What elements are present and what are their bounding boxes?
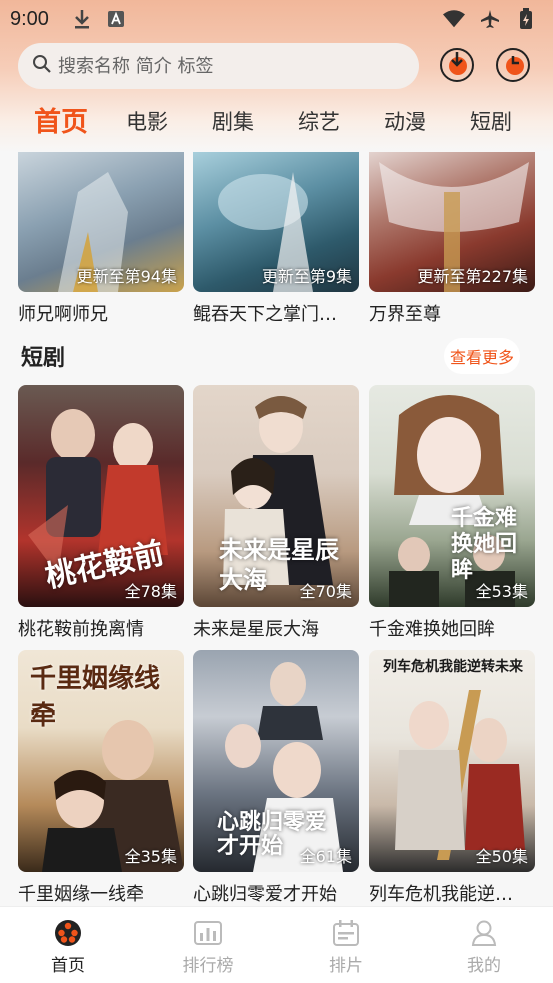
poster-title-art: 列车危机我能逆转未来 bbox=[383, 659, 523, 675]
anime-card[interactable]: 更新至第94集 师兄啊师兄 bbox=[18, 152, 184, 326]
search-input[interactable] bbox=[58, 55, 398, 77]
battery-icon bbox=[515, 8, 537, 30]
poster-image: 更新至第227集 bbox=[369, 152, 535, 292]
short-drama-card[interactable]: 列车危机我能逆转未来 全50集 列车危机我能逆… bbox=[369, 650, 535, 906]
tab-anime[interactable]: 动漫 bbox=[384, 106, 426, 136]
poster-image: 列车危机我能逆转未来 全50集 bbox=[369, 650, 535, 872]
airplane-icon bbox=[479, 8, 501, 30]
nav-label: 我的 bbox=[467, 956, 501, 976]
card-title: 鲲吞天下之掌门… bbox=[193, 304, 337, 325]
poster-image: 桃花鞍前 全78集 bbox=[18, 385, 184, 607]
chart-icon bbox=[194, 919, 222, 947]
nav-label: 首页 bbox=[51, 956, 85, 976]
poster-image: 千金难换她回眸 全53集 bbox=[369, 385, 535, 607]
poster-image: 心跳归零爱才开始 全61集 bbox=[193, 650, 359, 872]
card-title: 千里姻缘一线牵 bbox=[18, 884, 144, 905]
nav-home[interactable]: 首页 bbox=[18, 907, 118, 983]
card-title: 千金难换她回眸 bbox=[369, 619, 495, 640]
card-title: 心跳归零爱才开始 bbox=[193, 884, 337, 905]
content-feed: 更新至第94集 师兄啊师兄 更新至第9集 鲲吞天下之掌门… 更新至第227集 万… bbox=[0, 152, 553, 906]
nav-profile[interactable]: 我的 bbox=[434, 907, 534, 983]
poster-image: 更新至第9集 bbox=[193, 152, 359, 292]
tab-series[interactable]: 剧集 bbox=[212, 106, 254, 136]
tab-variety[interactable]: 综艺 bbox=[298, 106, 340, 136]
anime-card[interactable]: 更新至第9集 鲲吞天下之掌门… bbox=[193, 152, 359, 326]
status-time: 9:00 bbox=[10, 7, 49, 30]
poster-title-art: 千里姻缘线牵 bbox=[30, 664, 161, 731]
tab-home[interactable]: 首页 bbox=[34, 100, 88, 139]
history-button[interactable] bbox=[496, 48, 530, 82]
card-title: 未来是星辰大海 bbox=[193, 619, 319, 640]
episode-badge: 全53集 bbox=[475, 582, 528, 601]
episode-badge: 更新至第9集 bbox=[261, 267, 352, 286]
download-status-icon bbox=[71, 8, 93, 30]
tab-short-drama[interactable]: 短剧 bbox=[470, 106, 512, 136]
episode-badge: 全50集 bbox=[475, 847, 528, 866]
episode-badge: 全35集 bbox=[124, 847, 177, 866]
section-title: 短剧 bbox=[21, 346, 66, 371]
nav-schedule[interactable]: 排片 bbox=[296, 907, 396, 983]
film-reel-icon bbox=[54, 919, 82, 947]
anime-card[interactable]: 更新至第227集 万界至尊 bbox=[369, 152, 535, 326]
search-row bbox=[18, 43, 538, 89]
search-box[interactable] bbox=[18, 43, 419, 89]
short-drama-card[interactable]: 千里姻缘线牵 全35集 千里姻缘一线牵 bbox=[18, 650, 184, 906]
status-bar: 9:00 bbox=[0, 0, 553, 38]
card-title: 师兄啊师兄 bbox=[18, 304, 108, 325]
nav-label: 排片 bbox=[329, 956, 363, 976]
nav-label: 排行榜 bbox=[182, 956, 234, 976]
calendar-icon bbox=[332, 919, 360, 947]
tab-movies[interactable]: 电影 bbox=[126, 106, 168, 136]
card-title: 桃花鞍前挽离情 bbox=[18, 619, 144, 640]
nav-ranking[interactable]: 排行榜 bbox=[158, 907, 258, 983]
category-tabs: 首页 电影 剧集 综艺 动漫 短剧 bbox=[18, 98, 538, 142]
wifi-icon bbox=[443, 8, 465, 30]
short-drama-card[interactable]: 心跳归零爱才开始 全61集 心跳归零爱才开始 bbox=[193, 650, 359, 906]
poster-image: 未来是星辰大海 全70集 bbox=[193, 385, 359, 607]
see-more-button[interactable]: 查看更多 bbox=[444, 338, 520, 374]
episode-badge: 全78集 bbox=[124, 582, 177, 601]
poster-image: 更新至第94集 bbox=[18, 152, 184, 292]
history-icon bbox=[499, 49, 527, 81]
poster-title-art: 千金难换她回眸 bbox=[451, 505, 518, 583]
header: 9:00 搜索名称 简介 标签 首页 电影 剧集 综艺 动漫 短剧 bbox=[0, 0, 553, 152]
bottom-nav: 首页 排行榜 排片 我的 bbox=[0, 906, 553, 983]
short-drama-card[interactable]: 未来是星辰大海 全70集 未来是星辰大海 bbox=[193, 385, 359, 641]
episode-badge: 全70集 bbox=[299, 582, 352, 601]
short-drama-card[interactable]: 千金难换她回眸 全53集 千金难换她回眸 bbox=[369, 385, 535, 641]
episode-badge: 全61集 bbox=[299, 847, 352, 866]
episode-badge: 更新至第94集 bbox=[76, 267, 177, 286]
episode-badge: 更新至第227集 bbox=[417, 267, 528, 286]
search-icon bbox=[32, 54, 52, 78]
poster-image: 千里姻缘线牵 全35集 bbox=[18, 650, 184, 872]
user-icon bbox=[470, 919, 498, 947]
card-title: 列车危机我能逆… bbox=[369, 884, 513, 905]
font-status-icon bbox=[105, 8, 127, 30]
short-drama-card[interactable]: 桃花鞍前 全78集 桃花鞍前挽离情 bbox=[18, 385, 184, 641]
download-icon bbox=[443, 49, 471, 81]
card-title: 万界至尊 bbox=[369, 304, 441, 325]
download-button[interactable] bbox=[440, 48, 474, 82]
